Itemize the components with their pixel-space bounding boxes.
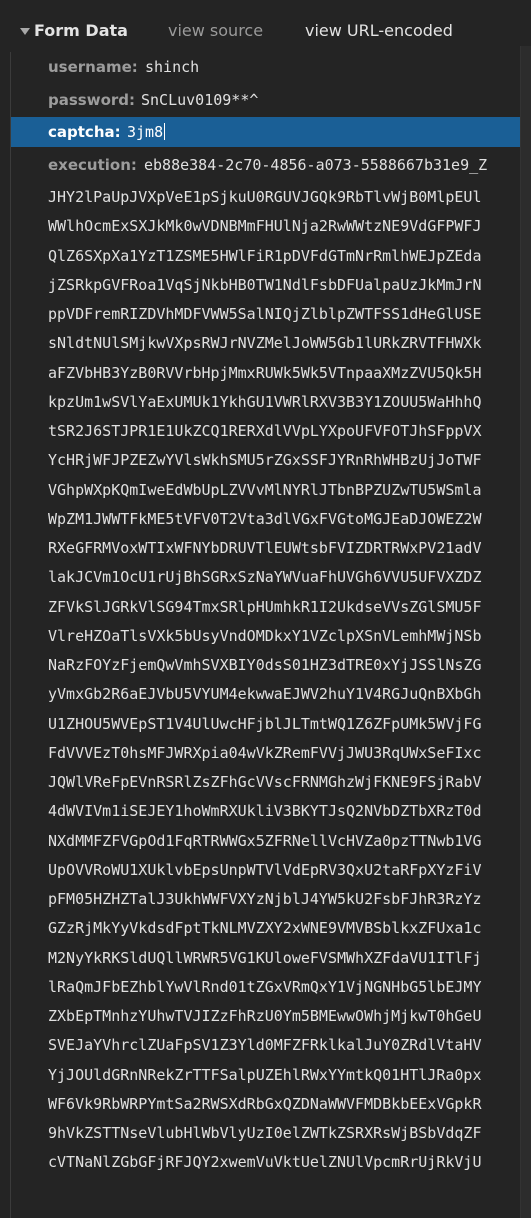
execution-value-line: lRaQmJFbEZhblYwVlRnd01tZGxVRmQxY1VjNGNHb… [48, 977, 482, 996]
field-value: SnCLuv0109**^ [141, 91, 259, 109]
execution-value-line: YjJOUldGRnNRekZrTTFSalpUZEhlRWxYYmtkQ01H… [48, 1065, 482, 1084]
scrollbar[interactable] [520, 46, 531, 1218]
execution-value-line: lakJCVm1OcU1rUjBhSGRxSzNaYWVuaFhUVGh6VVU… [48, 568, 482, 587]
execution-value-line: sNldtNUlSMjkwVXpsRWJrNVZMelJoWW5Gb1lURkZ… [48, 334, 482, 353]
execution-value-line: ppVDFremRIZDVhMDFVWW5SalNIQjZlblpZWTFSS1… [48, 305, 482, 323]
execution-value-line: cVTNaNlZGbGFjRFJQY2xwemVuVktUelZNUlVpcmR… [48, 1153, 482, 1172]
field-key: password: [48, 91, 136, 109]
execution-value-line: jZSRkpGVFRoa1VqSjNkbHB0TW1NdlFsbDFUalpaU… [48, 275, 482, 294]
execution-value-line: WF6Vk9RbWRPYmtSa2RWSXdRbGxQZDNaWWVFMDBkb… [48, 1094, 482, 1113]
execution-value-line: NaRzFOYzFjemQwVmhSVXBIY0dsS01HZ3dTRE0xYj… [48, 656, 482, 674]
field-value: shinch [145, 58, 200, 76]
execution-value-line: NXdMMFZFVGpOd1FqRTRWWGx5ZFRNellVcHVZa0pz… [48, 831, 482, 850]
field-key: captcha: [48, 123, 121, 141]
field-key: execution: [48, 156, 137, 174]
execution-value-line: QlZ6SXpXa1YzT1ZSME5HWlFiR1pDVFdGTmNrRmlh… [48, 246, 482, 265]
form-field-username[interactable]: username: shinch [11, 52, 520, 82]
form-data-panel: Form Data view source view URL-encoded u… [0, 0, 531, 1218]
form-field-execution[interactable]: execution: eb88e384-2c70-4856-a073-55886… [11, 150, 520, 180]
execution-value-line: ZFVkSlJGRkVlSG94TmxSRlpHUmhkR1I2UkdseVVs… [48, 597, 482, 616]
execution-value-line: WWlhOcmExSXJkMk0wVDNBMmFHUlNja2RwWWtzNE9… [48, 217, 482, 236]
form-data-header[interactable]: Form Data view source view URL-encoded [0, 18, 531, 44]
execution-value-continuation: JHY2lPaUpJVXpVeE1pSjkuU0RGUVJGQk9RbTlvWj… [48, 183, 520, 1218]
caret-down-icon[interactable] [20, 28, 30, 35]
execution-value-line: JQWlVReFpEVnRSRlZsZFhGcVVscFRNMGhzWjFKNE… [48, 773, 482, 791]
execution-value-line: ZXbEpTMnhzYUhwTVJIZzFhRzU0Ym5BMEwwOWhjMj… [48, 1007, 482, 1025]
execution-value-line: yVmxGb2R6aEJVbU5VYUM4ekwwaEJWV2huY1V4RGJ… [48, 685, 482, 704]
field-value-editing[interactable]: 3jm8 [127, 123, 166, 141]
execution-value-line: aFZVbHB3YzB0RVVrbHpjMmxRUWk5Wk5VTnpaaXMz… [48, 363, 482, 382]
form-field-captcha[interactable]: captcha: 3jm8 [11, 117, 520, 147]
execution-value-line: 4dWVIVm1iSEJEY1hoWmRXUkliV3BKYTJsQ2NVbDZ… [48, 802, 482, 821]
execution-value-line: YcHRjWFJPZEZwYVlsWkhSMU5rZGxSSFJYRnRhWHB… [48, 451, 482, 470]
execution-value-line: RXeGFRMVoxWTIxWFNYbDRUVTlEUWtsbFVIZDRTRW… [48, 539, 482, 557]
execution-value-line: tSR2J6STJPR1E1UkZCQ1RERXdlVVpLYXpoUFVFOT… [48, 422, 482, 440]
view-source-link[interactable]: view source [168, 21, 263, 40]
field-value: 3jm8 [127, 123, 164, 141]
execution-value-line: U1ZHOU5WVEpST1V4UlUwcHFjblJLTmtWQ1Z6ZFpU… [48, 714, 482, 733]
tree-indent-guide [10, 52, 11, 1218]
execution-value-line: VlreHZOaTlsVXk5bUsyVndOMDkxY1VZclpXSnVLe… [48, 626, 482, 645]
execution-value-line: pFM05HZHZTalJ3UkhWWFVXYzNjblJ4YW5kU2FsbF… [48, 890, 482, 908]
section-title: Form Data [34, 21, 128, 40]
execution-value-line: kpzUm1wSVlYaExUMUk1YkhGU1VWRlRXV3B3Y1ZOU… [48, 392, 482, 411]
execution-value-line: JHY2lPaUpJVXpVeE1pSjkuU0RGUVJGQk9RbTlvWj… [48, 188, 482, 206]
field-key: username: [48, 58, 138, 76]
execution-value-line: FdVVVEzT0hsMFJWRXpia04wVkZRemFVVjJWU3RqU… [48, 743, 482, 762]
form-field-password[interactable]: password: SnCLuv0109**^ [11, 85, 520, 115]
execution-value-line: SVEJaYVhrclZUaFpSV1Z3Yld0MFZFRklkalJuY0Z… [48, 1036, 482, 1055]
execution-value-line: UpOVVRoWU1XUklvbEpsUnpWTVlVdEpRV3QxU2taR… [48, 860, 482, 879]
view-url-encoded-link[interactable]: view URL-encoded [305, 21, 453, 40]
execution-value-line: VGhpWXpKQmIweEdWbUpLZVVvMlNYRlJTbnBPZUZw… [48, 480, 482, 499]
execution-value-line: WpZM1JWWTFkME5tVFV0T2Vta3dlVGxFVGtoMGJEa… [48, 509, 482, 528]
execution-value-line: M2NyYkRKSldUQllWRWR5VG1KUloweFVSMWhXZFda… [48, 948, 482, 967]
field-value: eb88e384-2c70-4856-a073-5588667b31e9_Z [144, 156, 488, 174]
execution-value-line: 9hVkZSTTNseVlubHlWbVlyUzI0elZWTkZSRXRsWj… [48, 1124, 482, 1142]
text-cursor [164, 123, 166, 140]
execution-value-line: GZzRjMkYyVkdsdFptTkNLMVZXY2xWNE9VMVBSblk… [48, 919, 482, 938]
